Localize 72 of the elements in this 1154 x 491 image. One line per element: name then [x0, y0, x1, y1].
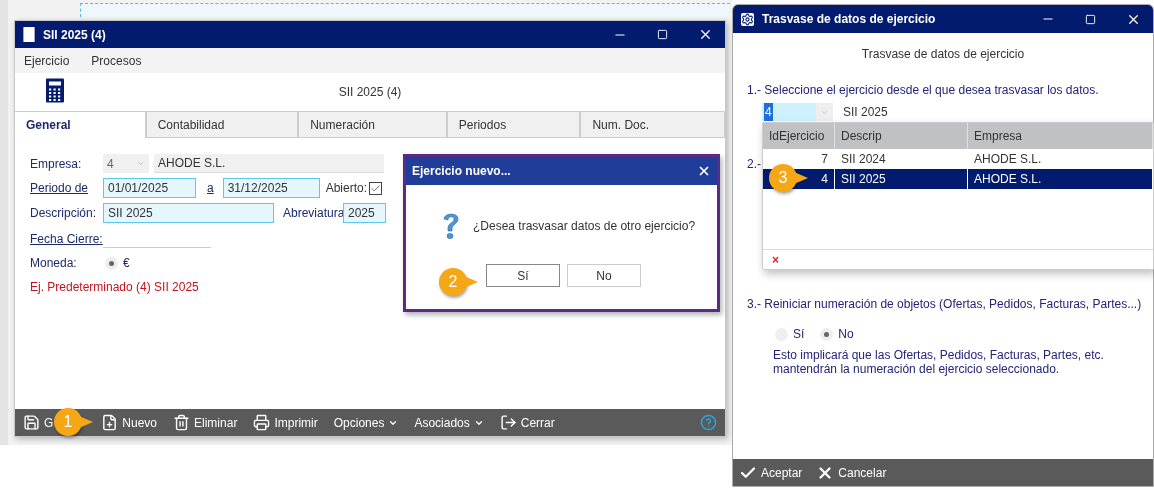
toolbar-button[interactable]: Imprimir	[251, 410, 320, 435]
description-field[interactable]: SII 2025	[103, 203, 274, 223]
toolbar-button[interactable]: G	[21, 410, 56, 435]
radio-label: No	[838, 326, 854, 343]
window-title: Trasvase de datos de ejercicio	[762, 11, 936, 28]
step-text: 3.- Reiniciar numeración de objetos (Ofertas, Pedidos, Facturas, Partes...)	[747, 296, 1143, 313]
grid-row[interactable]: 7 SII 2024 AHODE S.L.	[763, 149, 1153, 169]
toolbar-button[interactable]: Eliminar	[171, 410, 240, 435]
footer-button[interactable]: Aceptar	[739, 460, 803, 485]
header-title: SII 2025 (4)	[338, 84, 402, 101]
menu-item[interactable]: Ejercicio	[24, 51, 70, 70]
radio-label: Sí	[793, 326, 805, 343]
exit-icon	[499, 414, 517, 431]
company-name-field: AHODE S.L.	[154, 154, 384, 173]
exercise-combo-field[interactable]: 4	[762, 103, 816, 121]
date-from-field[interactable]: 01/01/2025	[103, 178, 196, 198]
tab[interactable]: Num. Doc.	[580, 111, 725, 138]
table-cell: SII 2025	[835, 169, 968, 189]
maximize-icon[interactable]	[1085, 13, 1096, 25]
field-label: Abierto:	[325, 180, 368, 197]
period-to-link[interactable]: a	[207, 179, 214, 197]
field-label: Descripción:	[30, 205, 98, 222]
company-code-dropdown[interactable]: 4	[103, 154, 149, 173]
tab[interactable]: Periodos	[446, 111, 581, 138]
date-to-field[interactable]: 31/12/2025	[222, 178, 320, 198]
dialog-button[interactable]: No	[567, 264, 641, 287]
radio-button[interactable]	[105, 256, 118, 270]
help-icon[interactable]	[700, 414, 717, 431]
menu-item[interactable]: Procesos	[91, 51, 142, 70]
save-icon	[23, 414, 40, 431]
combo-description: SII 2025	[843, 104, 888, 121]
closing-date-link[interactable]: Fecha Cierre:	[30, 230, 103, 248]
currency-label: €	[123, 255, 130, 272]
field-label: Empresa:	[30, 155, 83, 173]
trash-icon	[173, 414, 191, 431]
open-checkbox[interactable]	[369, 181, 383, 195]
table-cell-text: 7	[820, 151, 829, 168]
close-icon[interactable]	[697, 164, 711, 178]
dialog-message: ¿Desea trasvasar datos de otro ejercicio?	[473, 218, 696, 235]
printer-icon	[253, 414, 271, 431]
table-cell-text: AHODE S.L.	[973, 151, 1043, 168]
toolbar-button[interactable]: Nuevo	[99, 410, 160, 435]
step-text: 1.- Seleccione el ejercicio desde el que desea trasvasar los datos.	[747, 82, 1100, 99]
dialog-heading: Trasvase de datos de ejercicio	[861, 46, 1025, 63]
field-label: Moneda:	[30, 255, 78, 272]
radio-button[interactable]	[820, 327, 834, 341]
numbering-note: Esto implicará que las Ofertas, Pedidos, Facturas, Partes, etc. mantendrán la numeración del ejercicio seleccionado.	[773, 348, 1105, 376]
settings-icon	[741, 12, 754, 26]
dialog-title: Ejercicio nuevo...	[412, 163, 511, 180]
window-title: SII 2025 (4)	[43, 26, 106, 44]
toolbar-button[interactable]: Cerrar	[497, 410, 557, 435]
table-cell: AHODE S.L.	[968, 169, 1153, 189]
close-icon[interactable]	[698, 27, 713, 42]
footer-button[interactable]: Cancelar	[816, 460, 887, 485]
toolbar-button[interactable]: Asociados	[412, 410, 486, 435]
abbreviation-field[interactable]: 2025	[343, 203, 386, 223]
field-label: Abreviatura	[283, 205, 343, 222]
default-exercise-note: Ej. Predeterminado (4) SII 2025	[30, 279, 199, 296]
table-cell-text: SII 2024	[840, 151, 887, 168]
maximize-icon[interactable]	[657, 29, 668, 40]
caret-icon	[136, 159, 145, 168]
question-mark-icon	[441, 211, 461, 241]
checkmark-icon	[370, 182, 382, 194]
period-link[interactable]: Periodo de	[30, 179, 103, 197]
dialog-button[interactable]: Sí	[486, 264, 560, 287]
tab[interactable]: Contabilidad	[145, 111, 299, 138]
toolbar-button[interactable]: Opciones	[331, 410, 401, 435]
tab[interactable]: Numeración	[298, 111, 447, 138]
step-text: 2.-	[747, 156, 762, 173]
new-document-icon	[101, 414, 119, 431]
clear-button[interactable]: ×	[772, 250, 779, 269]
tab[interactable]: General	[15, 111, 146, 138]
